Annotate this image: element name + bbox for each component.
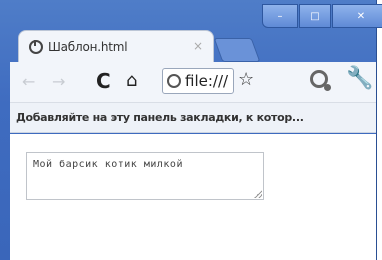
tab-active[interactable]: Шаблон.html × xyxy=(18,30,214,62)
bookmark-star-icon[interactable]: ☆ xyxy=(238,69,254,90)
minimize-button[interactable]: – xyxy=(262,4,298,28)
resize-grip-icon[interactable] xyxy=(254,190,262,198)
close-window-button[interactable]: ✕ xyxy=(332,4,382,28)
address-bar[interactable]: file:/// xyxy=(162,68,234,94)
tab-title: Шаблон.html xyxy=(48,39,128,54)
page-info-icon[interactable] xyxy=(167,74,181,88)
text-area[interactable]: Мой барсик котик милкой xyxy=(26,152,264,200)
close-icon: ✕ xyxy=(356,10,366,22)
back-arrow-icon[interactable]: ← xyxy=(22,72,35,91)
toolbar: ← → C ⌂ file:/// ☆ 🔧 xyxy=(10,62,376,103)
home-icon[interactable]: ⌂ xyxy=(126,70,137,91)
reload-icon[interactable]: C xyxy=(96,69,111,93)
page-content: Мой барсик котик милкой xyxy=(10,134,376,260)
forward-arrow-icon[interactable]: → xyxy=(52,72,65,91)
extension-icon[interactable] xyxy=(310,70,331,91)
maximize-icon: □ xyxy=(310,10,320,22)
bookmarks-bar: Добавляйте на эту панель закладки, к кот… xyxy=(10,103,376,133)
tab-close-icon[interactable]: × xyxy=(193,39,203,53)
page-icon xyxy=(29,39,43,54)
wrench-menu-icon[interactable]: 🔧 xyxy=(346,66,373,91)
url-text: file:/// xyxy=(185,72,229,90)
maximize-button[interactable]: □ xyxy=(299,4,331,28)
new-tab-button[interactable] xyxy=(213,38,261,62)
minimize-icon: – xyxy=(277,10,283,22)
tab-strip: Шаблон.html × xyxy=(10,30,364,62)
bookmarks-hint: Добавляйте на эту панель закладки, к кот… xyxy=(16,111,304,124)
window-controls: – □ ✕ xyxy=(262,4,382,28)
